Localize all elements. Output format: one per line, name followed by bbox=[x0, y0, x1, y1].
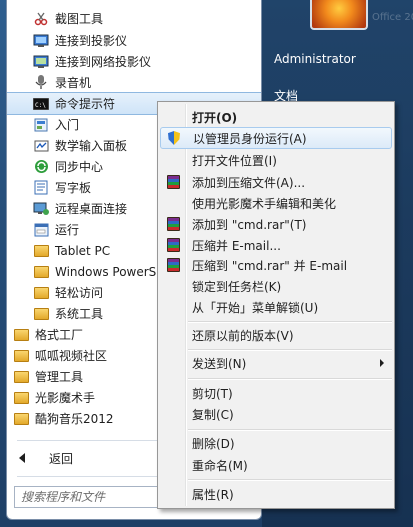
menu-item-label: 以管理员身份运行(A) bbox=[193, 131, 307, 146]
menu-item-label: 发送到(N) bbox=[192, 356, 247, 371]
program-item-network-projector[interactable]: 连接到网络投影仪 bbox=[7, 51, 261, 72]
program-label: 光影魔术手 bbox=[35, 391, 96, 405]
program-label: 运行 bbox=[55, 223, 80, 237]
menu-item-restore-previous-versions[interactable]: 还原以前的版本(V) bbox=[160, 324, 392, 346]
menu-item-label: 添加到 "cmd.rar"(T) bbox=[192, 217, 307, 232]
projector-icon bbox=[33, 33, 49, 49]
program-label: 同步中心 bbox=[55, 160, 104, 174]
menu-item-label: 属性(R) bbox=[192, 487, 234, 502]
menu-item-label: 使用光影魔术手编辑和美化 bbox=[192, 196, 337, 211]
scissors-icon bbox=[33, 11, 49, 27]
background-ghost-text: Office 2010 2013 bbox=[372, 12, 413, 23]
math-input-icon bbox=[33, 138, 49, 154]
remote-desktop-icon bbox=[33, 201, 49, 217]
folder-icon bbox=[33, 264, 49, 280]
getting-started-icon bbox=[33, 117, 49, 133]
menu-item-label: 从「开始」菜单解锁(U) bbox=[192, 300, 319, 315]
menu-item-compress-and-email[interactable]: 压缩并 E-mail... bbox=[160, 234, 392, 256]
program-label: 命令提示符 bbox=[55, 97, 116, 111]
program-label: Tablet PC bbox=[55, 243, 111, 258]
program-label: 系统工具 bbox=[55, 307, 104, 321]
winrar-icon bbox=[160, 234, 186, 256]
folder-icon bbox=[13, 348, 29, 364]
menu-separator bbox=[188, 429, 392, 430]
submenu-arrow-icon bbox=[380, 359, 384, 367]
program-label: 呱呱视频社区 bbox=[35, 349, 108, 363]
svg-text:C:\: C:\ bbox=[35, 102, 46, 109]
winrar-icon bbox=[160, 213, 186, 235]
menu-item-add-to-cmd-rar[interactable]: 添加到 "cmd.rar"(T) bbox=[160, 213, 392, 235]
menu-item-label: 压缩并 E-mail... bbox=[192, 238, 281, 253]
menu-separator bbox=[188, 321, 392, 322]
program-item-sound-recorder[interactable]: 录音机 bbox=[7, 72, 261, 93]
menu-separator bbox=[188, 349, 392, 350]
menu-item-label: 删除(D) bbox=[192, 436, 235, 451]
program-label: 连接到投影仪 bbox=[55, 34, 128, 48]
menu-item-cut[interactable]: 剪切(T) bbox=[160, 382, 392, 404]
menu-item-pin-to-taskbar[interactable]: 锁定到任务栏(K) bbox=[160, 275, 392, 297]
menu-item-open-file-location[interactable]: 打开文件位置(I) bbox=[160, 149, 392, 171]
uac-shield-icon bbox=[161, 127, 187, 149]
program-label: 管理工具 bbox=[35, 370, 84, 384]
folder-icon bbox=[13, 327, 29, 343]
menu-item-copy[interactable]: 复制(C) bbox=[160, 403, 392, 425]
menu-item-unpin-from-start[interactable]: 从「开始」菜单解锁(U) bbox=[160, 296, 392, 318]
program-label: 远程桌面连接 bbox=[55, 202, 128, 216]
menu-item-label: 剪切(T) bbox=[192, 386, 233, 401]
run-icon bbox=[33, 222, 49, 238]
folder-icon bbox=[33, 243, 49, 259]
menu-item-label: 复制(C) bbox=[192, 407, 234, 422]
program-item-snipping-tool[interactable]: 截图工具 bbox=[7, 8, 261, 29]
menu-separator bbox=[188, 378, 392, 379]
menu-item-send-to[interactable]: 发送到(N) bbox=[160, 352, 392, 374]
wordpad-icon bbox=[33, 180, 49, 196]
menu-item-label: 打开(O) bbox=[192, 110, 238, 125]
user-name-link[interactable]: Administrator bbox=[274, 52, 356, 66]
folder-icon bbox=[33, 285, 49, 301]
folder-icon bbox=[13, 369, 29, 385]
program-label: 写字板 bbox=[55, 181, 92, 195]
winrar-icon bbox=[160, 171, 186, 193]
program-label: 入门 bbox=[55, 118, 80, 132]
folder-icon bbox=[13, 390, 29, 406]
menu-item-label: 锁定到任务栏(K) bbox=[192, 279, 282, 294]
menu-item-label: 重命名(M) bbox=[192, 458, 248, 473]
menu-item-compress-to-cmd-rar-and-email[interactable]: 压缩到 "cmd.rar" 并 E-mail bbox=[160, 254, 392, 276]
program-label: 数学输入面板 bbox=[55, 139, 128, 153]
program-label: 连接到网络投影仪 bbox=[55, 55, 152, 69]
menu-item-label: 还原以前的版本(V) bbox=[192, 328, 294, 343]
folder-icon bbox=[33, 306, 49, 322]
program-label: 酷狗音乐2012 bbox=[35, 412, 114, 426]
menu-item-label: 打开文件位置(I) bbox=[192, 153, 277, 168]
program-label: 截图工具 bbox=[55, 12, 104, 26]
sync-center-icon bbox=[33, 159, 49, 175]
menu-item-properties[interactable]: 属性(R) bbox=[160, 483, 392, 505]
menu-item-delete[interactable]: 删除(D) bbox=[160, 432, 392, 454]
program-label: 轻松访问 bbox=[55, 286, 104, 300]
user-picture[interactable] bbox=[310, 0, 368, 30]
menu-item-add-to-archive[interactable]: 添加到压缩文件(A)... bbox=[160, 171, 392, 193]
microphone-icon bbox=[33, 75, 49, 91]
back-label: 返回 bbox=[49, 451, 74, 466]
back-arrow-icon bbox=[19, 453, 25, 463]
menu-item-label: 压缩到 "cmd.rar" 并 E-mail bbox=[192, 258, 348, 273]
menu-item-open[interactable]: 打开(O) bbox=[160, 106, 392, 128]
network-projector-icon bbox=[33, 54, 49, 70]
context-menu: 打开(O) 以管理员身份运行(A) 打开文件位置(I) 添加到压缩文件(A)..… bbox=[157, 101, 395, 509]
winrar-icon bbox=[160, 254, 186, 276]
menu-item-run-as-admin[interactable]: 以管理员身份运行(A) bbox=[160, 127, 392, 149]
menu-separator bbox=[188, 479, 392, 480]
program-label: 格式工厂 bbox=[35, 328, 84, 342]
menu-item-label: 添加到压缩文件(A)... bbox=[192, 175, 306, 190]
program-item-connect-projector[interactable]: 连接到投影仪 bbox=[7, 30, 261, 51]
menu-item-rename[interactable]: 重命名(M) bbox=[160, 454, 392, 476]
cmd-icon: C:\ bbox=[33, 96, 49, 112]
menu-item-edit-with-nevercenter[interactable]: 使用光影魔术手编辑和美化 bbox=[160, 192, 392, 214]
folder-icon bbox=[13, 411, 29, 427]
program-label: 录音机 bbox=[55, 76, 92, 90]
